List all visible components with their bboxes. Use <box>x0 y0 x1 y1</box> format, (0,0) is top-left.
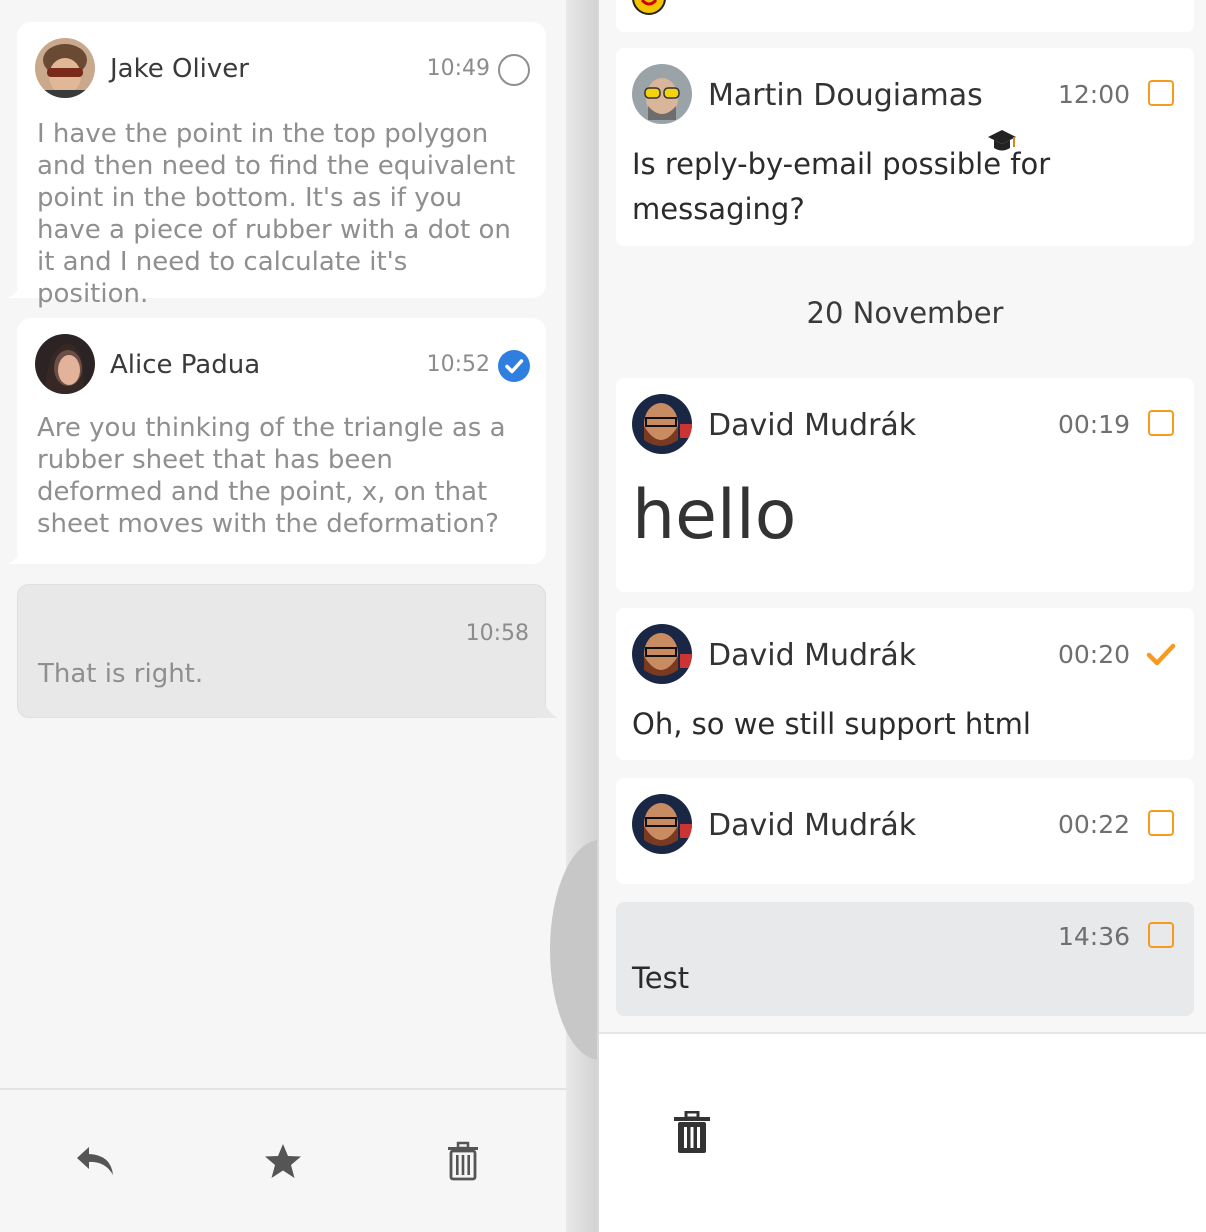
message-item[interactable]: David Mudrák 00:19 hello <box>616 378 1194 592</box>
avatar[interactable] <box>35 38 95 98</box>
bubble-tail <box>538 698 558 718</box>
message-body: I have the point in the top polygon and … <box>37 119 516 309</box>
select-checkbox[interactable] <box>1148 80 1174 106</box>
message-time: 10:52 <box>426 352 490 377</box>
unread-circle-icon <box>498 54 530 86</box>
star-button[interactable] <box>258 1136 308 1186</box>
message-time: 00:22 <box>1057 810 1130 839</box>
trash-icon <box>448 1141 478 1181</box>
messages-drawer: Martin Dougiamas 12:00 Is reply-by-email… <box>597 0 1206 1232</box>
message-text: Oh, so we still support html <box>632 707 1031 741</box>
read-check-icon <box>498 350 530 382</box>
message-time: 10:58 <box>465 621 529 646</box>
emoji-icon <box>632 0 666 15</box>
sender-name: David Mudrák <box>708 638 917 673</box>
message-item[interactable]: Jake Oliver 10:49 I have the point in th… <box>17 22 546 309</box>
message-item[interactable]: Alice Padua 10:52 Are you thinking of th… <box>17 318 546 564</box>
sender-name: Martin Dougiamas <box>708 78 983 113</box>
star-icon <box>265 1144 301 1178</box>
message-time: 00:20 <box>1057 640 1130 669</box>
avatar[interactable] <box>632 794 692 854</box>
message-item[interactable]: David Mudrák 00:22 <box>616 778 1194 884</box>
select-checkbox[interactable] <box>1148 410 1174 436</box>
drawer-footer <box>599 1032 1206 1232</box>
own-message-item[interactable]: 14:36 Test <box>616 902 1194 1016</box>
date-separator: 20 November <box>806 296 1004 330</box>
conversation-pane: Jake Oliver 10:49 I have the point in th… <box>0 0 566 1232</box>
message-actions-toolbar <box>0 1088 566 1232</box>
message-text: hello <box>632 476 797 555</box>
message-time: 10:49 <box>426 56 490 81</box>
message-item[interactable] <box>616 0 1194 32</box>
message-time: 00:19 <box>1057 410 1130 439</box>
sender-name: David Mudrák <box>708 808 917 843</box>
delete-button[interactable] <box>438 1136 488 1186</box>
avatar[interactable] <box>632 624 692 684</box>
reply-button[interactable] <box>70 1136 120 1186</box>
select-checkbox[interactable] <box>1148 810 1174 836</box>
checkmark-icon[interactable] <box>1146 640 1176 670</box>
bubble-tail <box>8 278 30 298</box>
message-text: Test <box>632 961 690 995</box>
bubble-tail <box>8 544 30 564</box>
sender-name: Alice Padua <box>110 350 261 380</box>
message-body: Are you thinking of the triangle as a ru… <box>37 413 506 539</box>
avatar[interactable] <box>632 64 692 124</box>
reply-icon <box>77 1147 113 1175</box>
sender-name: David Mudrák <box>708 408 917 443</box>
message-text: Is reply-by-email possible for messaging… <box>632 147 1051 226</box>
sender-name: Jake Oliver <box>110 54 249 84</box>
message-item[interactable]: Martin Dougiamas 12:00 Is reply-by-email… <box>616 48 1194 246</box>
own-message-item[interactable]: 10:58 That is right. <box>17 584 546 718</box>
message-body: That is right. <box>38 659 204 689</box>
trash-icon <box>674 1111 710 1153</box>
message-time: 12:00 <box>1057 80 1130 109</box>
avatar[interactable] <box>632 394 692 454</box>
delete-selected-button[interactable] <box>667 1108 717 1158</box>
message-time: 14:36 <box>1057 922 1130 951</box>
select-checkbox[interactable] <box>1148 922 1174 948</box>
message-item[interactable]: David Mudrák 00:20 Oh, so we still suppo… <box>616 608 1194 760</box>
avatar[interactable] <box>35 334 95 394</box>
